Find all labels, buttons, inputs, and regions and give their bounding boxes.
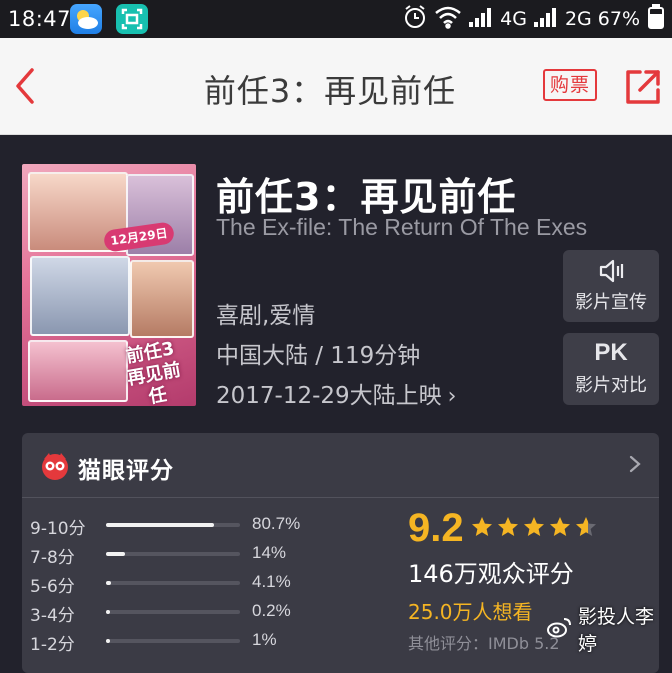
distribution-label: 7-8分: [30, 548, 75, 568]
network-1-label: 4G: [500, 8, 527, 30]
status-time: 18:47: [8, 7, 72, 31]
compare-button[interactable]: PK 影片对比: [563, 333, 659, 405]
signal-icon: [468, 6, 494, 32]
weibo-icon: [546, 616, 572, 643]
maoyan-cat-icon: [40, 451, 70, 481]
rating-distribution-row: 7-8分 14%: [30, 541, 350, 568]
wifi-icon: [434, 5, 462, 33]
distribution-bar: [106, 639, 110, 643]
compare-label: 影片对比: [575, 375, 647, 396]
promo-button[interactable]: 影片宣传: [563, 250, 659, 322]
watermark-text: 影投人李婷: [578, 606, 655, 655]
rating-score: 9.2: [408, 506, 464, 550]
network-2-label: 2G: [564, 8, 592, 30]
weather-app-icon: [70, 4, 102, 34]
rating-stars: [470, 515, 598, 539]
rating-distribution-row: 1-2分 1%: [30, 628, 350, 655]
star-icon: [498, 517, 518, 536]
rating-distribution-row: 9-10分 80.7%: [30, 512, 350, 539]
distribution-bar: [106, 523, 215, 527]
rating-distribution-row: 3-4分 0.2%: [30, 599, 350, 626]
distribution-percent: 1%: [252, 630, 277, 649]
rating-card-header[interactable]: 猫眼评分: [22, 433, 659, 498]
distribution-bar-track: [106, 639, 240, 643]
distribution-bar-track: [106, 581, 240, 585]
weibo-watermark: 影投人李婷: [546, 606, 672, 655]
distribution-bar-track: [106, 610, 240, 614]
speaker-icon: [597, 258, 627, 284]
distribution-percent: 80.7%: [252, 514, 301, 533]
movie-genre: 喜剧,爱情: [216, 303, 316, 329]
battery-icon: [646, 4, 666, 34]
page-title: 前任3：再见前任: [203, 72, 457, 110]
battery-level: 67%: [597, 8, 640, 30]
buy-ticket-button[interactable]: 购票: [543, 69, 597, 101]
back-button[interactable]: [8, 64, 48, 108]
movie-poster[interactable]: 12月29日 前任3 再见前任: [22, 164, 196, 406]
want-to-watch-count: 25.0万人想看: [408, 600, 533, 624]
other-ratings[interactable]: 其他评分：IMDb 5.2: [408, 630, 560, 654]
poster-panel: [30, 256, 130, 336]
scanner-app-icon: [116, 4, 148, 34]
chevron-right-icon: ›: [447, 384, 457, 409]
distribution-percent: 4.1%: [252, 572, 291, 591]
distribution-bar: [106, 552, 125, 556]
distribution-bar-track: [106, 523, 240, 527]
distribution-bar: [106, 610, 110, 614]
poster-logo: 前任3 再见前任: [124, 338, 183, 406]
distribution-label: 9-10分: [30, 519, 86, 539]
promo-label: 影片宣传: [575, 292, 647, 313]
status-bar: 18:47 4G 2G 67%: [0, 0, 672, 38]
rating-count: 146万观众评分: [408, 560, 574, 588]
share-button[interactable]: [624, 68, 662, 106]
movie-release-date[interactable]: 2017-12-29大陆上映 ›: [216, 376, 456, 410]
distribution-bar: [106, 581, 112, 585]
rating-distribution-row: 5-6分 4.1%: [30, 570, 350, 597]
pk-icon: PK: [594, 339, 628, 366]
star-icon: [576, 517, 596, 536]
distribution-label: 5-6分: [30, 577, 75, 597]
movie-title: 前任3：再见前任: [216, 175, 517, 219]
poster-panel: [130, 260, 194, 338]
signal-icon: [533, 6, 559, 32]
distribution-percent: 14%: [252, 543, 287, 562]
nav-bar: 前任3：再见前任 购票: [0, 38, 672, 135]
movie-title-en: The Ex-file: The Return Of The Exes: [216, 214, 588, 240]
chevron-right-icon: [629, 455, 641, 473]
star-icon: [550, 517, 570, 536]
distribution-bar-track: [106, 552, 240, 556]
distribution-label: 3-4分: [30, 606, 75, 626]
status-right: 4G 2G 67%: [402, 0, 666, 38]
star-icon: [472, 517, 492, 536]
star-icon: [524, 517, 544, 536]
alarm-icon: [402, 4, 428, 34]
distribution-percent: 0.2%: [252, 601, 291, 620]
movie-region-duration: 中国大陆 / 119分钟: [216, 343, 421, 369]
release-date-text: 2017-12-29大陆上映: [216, 383, 442, 409]
distribution-label: 1-2分: [30, 635, 75, 655]
rating-card-title: 猫眼评分: [78, 458, 174, 484]
